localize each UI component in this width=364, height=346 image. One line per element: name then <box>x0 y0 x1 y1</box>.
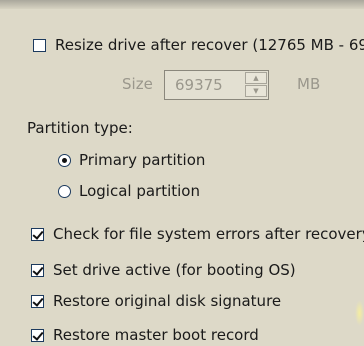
restore-disk-signature-checkbox[interactable] <box>31 294 44 308</box>
radio-primary-button[interactable] <box>58 153 71 167</box>
spin-up-icon[interactable]: ▲ <box>245 72 267 84</box>
window-top-edge <box>0 0 364 9</box>
radio-logical-label: Logical partition <box>79 182 200 200</box>
restore-mbr-checkbox[interactable] <box>31 328 44 342</box>
set-drive-active-checkbox[interactable] <box>31 263 44 277</box>
radio-logical-button[interactable] <box>58 184 71 198</box>
size-input[interactable]: 69375 <box>175 76 223 94</box>
size-unit: MB <box>297 75 321 93</box>
size-spinner[interactable]: ▲ ▼ <box>245 72 267 98</box>
restore-mbr-label: Restore master boot record <box>53 326 259 344</box>
resize-drive-option[interactable]: Resize drive after recover (12765 MB - 6… <box>33 36 364 54</box>
size-label: Size <box>122 75 153 93</box>
set-drive-active-label: Set drive active (for booting OS) <box>53 261 296 279</box>
radio-logical-partition[interactable]: Logical partition <box>58 182 200 200</box>
screen-glare <box>355 300 364 326</box>
size-spinbox[interactable]: 69375 ▲ ▼ <box>164 70 269 100</box>
resize-drive-label: Resize drive after recover (12765 MB - 6… <box>55 36 364 54</box>
restore-mbr-option[interactable]: Restore master boot record <box>31 326 259 344</box>
restore-disk-signature-option[interactable]: Restore original disk signature <box>31 292 281 310</box>
spin-down-icon[interactable]: ▼ <box>245 85 267 97</box>
partition-type-label: Partition type: <box>27 119 133 137</box>
set-drive-active-option[interactable]: Set drive active (for booting OS) <box>31 261 296 279</box>
resize-drive-checkbox[interactable] <box>33 38 46 52</box>
restore-disk-signature-label: Restore original disk signature <box>53 292 282 310</box>
radio-primary-label: Primary partition <box>79 151 206 169</box>
check-fs-errors-option[interactable]: Check for file system errors after recov… <box>31 225 364 243</box>
check-fs-errors-label: Check for file system errors after recov… <box>53 225 364 243</box>
check-fs-errors-checkbox[interactable] <box>31 227 44 241</box>
radio-primary-partition[interactable]: Primary partition <box>58 151 205 169</box>
